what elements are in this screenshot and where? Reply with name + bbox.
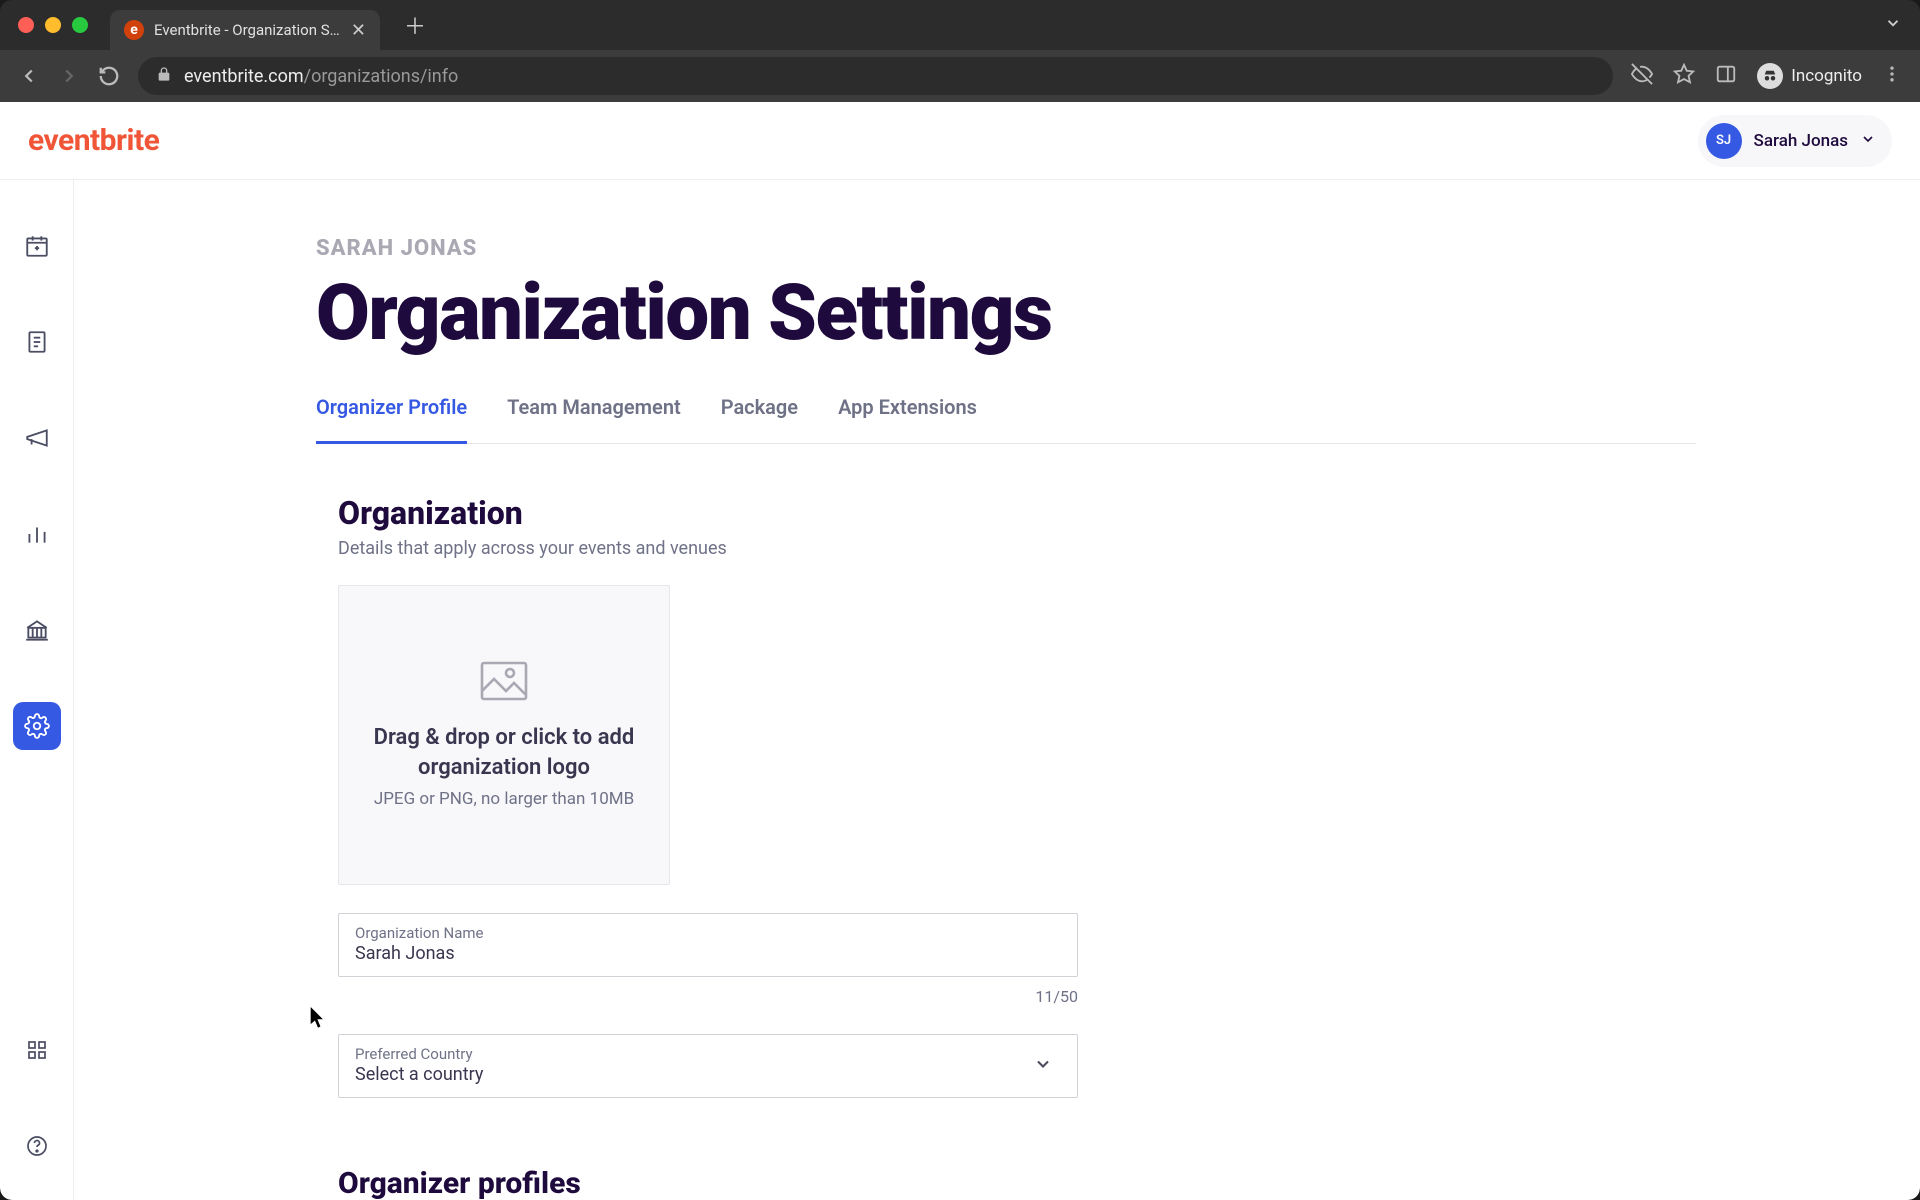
window-controls bbox=[18, 17, 88, 33]
url-domain: eventbrite.com bbox=[184, 66, 304, 87]
sidebar bbox=[0, 180, 74, 1200]
browser-window: e Eventbrite - Organization Setti ✕ ＋ ev… bbox=[0, 0, 1920, 1200]
browser-tab[interactable]: e Eventbrite - Organization Setti ✕ bbox=[110, 10, 380, 50]
app-header: eventbrite SJ Sarah Jonas bbox=[0, 102, 1920, 180]
upload-subtitle: JPEG or PNG, no larger than 10MB bbox=[374, 789, 634, 809]
user-menu[interactable]: SJ Sarah Jonas bbox=[1698, 115, 1892, 167]
window-maximize[interactable] bbox=[72, 17, 88, 33]
tab-app-extensions[interactable]: App Extensions bbox=[838, 395, 977, 444]
tab-title: Eventbrite - Organization Setti bbox=[154, 21, 341, 39]
sidebar-item-orders[interactable] bbox=[13, 318, 61, 366]
field-label: Organization Name bbox=[355, 924, 1061, 942]
section-subtitle: Details that apply across your events an… bbox=[338, 538, 1920, 559]
incognito-label: Incognito bbox=[1791, 66, 1862, 86]
incognito-icon bbox=[1757, 63, 1783, 89]
tab-close-icon[interactable]: ✕ bbox=[351, 20, 366, 41]
sidebar-item-marketing[interactable] bbox=[13, 414, 61, 462]
upload-title: Drag & drop or click to add organization… bbox=[359, 723, 649, 782]
chevron-down-icon bbox=[1033, 1054, 1053, 1078]
window-minimize[interactable] bbox=[45, 17, 61, 33]
section-organizer-profiles-title: Organizer profiles bbox=[338, 1166, 1920, 1200]
eventbrite-logo[interactable]: eventbrite bbox=[28, 123, 159, 158]
window-close[interactable] bbox=[18, 17, 34, 33]
address-bar[interactable]: eventbrite.com/organizations/info bbox=[138, 57, 1613, 95]
star-icon[interactable] bbox=[1673, 63, 1695, 89]
sidebar-item-settings[interactable] bbox=[13, 702, 61, 750]
field-value: Sarah Jonas bbox=[355, 943, 1061, 964]
field-label: Preferred Country bbox=[355, 1045, 1061, 1063]
tabs-overflow-icon[interactable] bbox=[1884, 14, 1902, 36]
favicon-icon: e bbox=[124, 20, 144, 40]
browser-titlebar: e Eventbrite - Organization Setti ✕ ＋ bbox=[0, 0, 1920, 50]
lock-icon bbox=[156, 66, 172, 87]
field-value: Select a country bbox=[355, 1064, 1061, 1085]
browser-toolbar: eventbrite.com/organizations/info Incogn… bbox=[0, 50, 1920, 102]
sidebar-item-reports[interactable] bbox=[13, 510, 61, 558]
tab-team-management[interactable]: Team Management bbox=[507, 395, 681, 444]
chevron-down-icon bbox=[1860, 131, 1876, 151]
menu-icon[interactable] bbox=[1882, 64, 1902, 88]
nav-back-button[interactable] bbox=[18, 65, 40, 87]
sidebar-item-finance[interactable] bbox=[13, 606, 61, 654]
char-count: 11/50 bbox=[338, 987, 1078, 1006]
side-panel-icon[interactable] bbox=[1715, 63, 1737, 89]
page-title: Organization Settings bbox=[316, 273, 1920, 355]
app-body: SARAH JONAS Organization Settings Organi… bbox=[0, 180, 1920, 1200]
page-eyebrow: SARAH JONAS bbox=[316, 236, 1920, 261]
main-content: SARAH JONAS Organization Settings Organi… bbox=[74, 180, 1920, 1200]
tabs: Organizer Profile Team Management Packag… bbox=[316, 395, 1696, 444]
nav-forward-button[interactable] bbox=[58, 65, 80, 87]
logo-upload-dropzone[interactable]: Drag & drop or click to add organization… bbox=[338, 585, 670, 885]
eye-off-icon[interactable] bbox=[1631, 63, 1653, 89]
new-tab-button[interactable]: ＋ bbox=[404, 9, 426, 41]
user-name: Sarah Jonas bbox=[1754, 131, 1848, 151]
image-placeholder-icon bbox=[480, 661, 528, 705]
nav-reload-button[interactable] bbox=[98, 65, 120, 87]
section-organization: Organization Details that apply across y… bbox=[316, 494, 1920, 1200]
page-viewport: eventbrite SJ Sarah Jonas bbox=[0, 102, 1920, 1200]
sidebar-item-help[interactable] bbox=[13, 1122, 61, 1170]
url-path: /organizations/info bbox=[304, 66, 459, 87]
tab-package[interactable]: Package bbox=[721, 395, 798, 444]
section-title: Organization bbox=[338, 494, 1920, 532]
avatar: SJ bbox=[1706, 123, 1742, 159]
incognito-badge[interactable]: Incognito bbox=[1757, 63, 1862, 89]
tab-organizer-profile[interactable]: Organizer Profile bbox=[316, 395, 467, 444]
org-name-field[interactable]: Organization Name Sarah Jonas bbox=[338, 913, 1078, 977]
toolbar-right: Incognito bbox=[1631, 63, 1902, 89]
country-select[interactable]: Preferred Country Select a country bbox=[338, 1034, 1078, 1098]
sidebar-item-events[interactable] bbox=[13, 222, 61, 270]
sidebar-item-apps[interactable] bbox=[13, 1026, 61, 1074]
